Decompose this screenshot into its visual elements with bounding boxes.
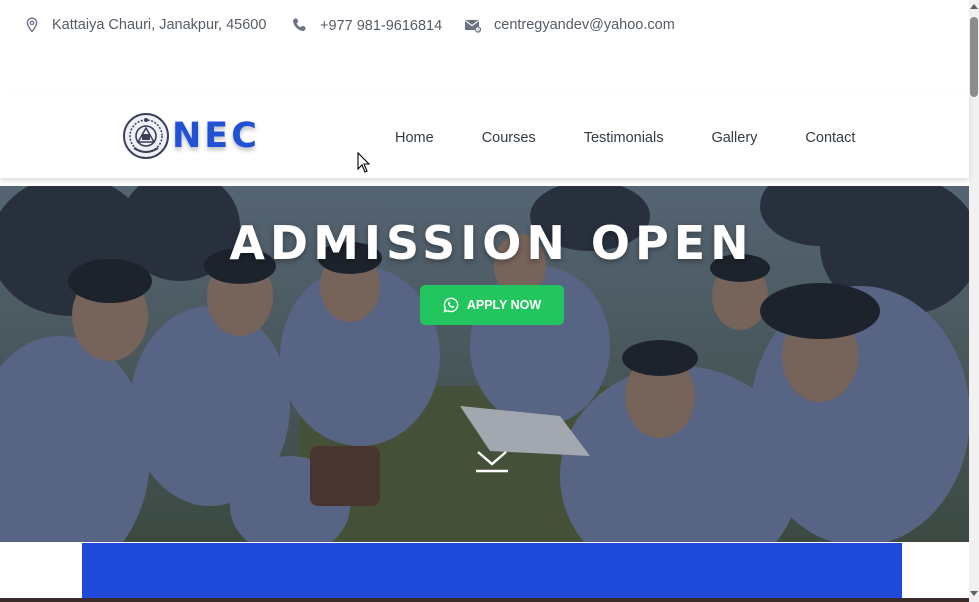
- nav-contact[interactable]: Contact: [805, 130, 855, 146]
- contact-bar: Kattaiya Chauri, Janakpur, 45600 +977 98…: [0, 0, 969, 52]
- phone-icon: [293, 18, 306, 32]
- whatsapp-icon: [443, 297, 459, 313]
- phone-text[interactable]: +977 981-9616814: [320, 18, 442, 34]
- contact-phone[interactable]: +977 981-9616814: [291, 17, 442, 34]
- address-text: Kattaiya Chauri, Janakpur, 45600: [52, 17, 267, 33]
- scroll-thumb[interactable]: [970, 17, 978, 97]
- map-pin-icon: [26, 17, 38, 33]
- nav-testimonials[interactable]: Testimonials: [584, 130, 664, 146]
- nav-courses[interactable]: Courses: [482, 130, 536, 146]
- scroll-up-arrow[interactable]: [970, 4, 978, 9]
- scroll-down-arrow[interactable]: [970, 591, 978, 596]
- mail-icon: @: [465, 20, 482, 33]
- contact-address: Kattaiya Chauri, Janakpur, 45600: [24, 17, 266, 33]
- nav-gallery[interactable]: Gallery: [711, 130, 757, 146]
- site-header: NEC Home Courses Testimonials Gallery Co…: [0, 94, 969, 178]
- nav-home[interactable]: Home: [395, 130, 434, 146]
- logo[interactable]: NEC: [122, 112, 260, 160]
- hero-banner: ADMISSION OPEN APPLY NOW: [0, 186, 969, 542]
- info-band: [82, 543, 902, 598]
- page: Kattaiya Chauri, Janakpur, 45600 +977 98…: [0, 0, 979, 602]
- logo-text: NEC: [172, 116, 260, 156]
- apply-now-label: APPLY NOW: [466, 298, 542, 312]
- svg-text:@: @: [477, 27, 482, 33]
- email-text[interactable]: centregyandev@yahoo.com: [494, 17, 675, 33]
- college-emblem: [123, 113, 169, 159]
- page-scrollbar[interactable]: [969, 0, 979, 602]
- contact-email[interactable]: @ centregyandev@yahoo.com: [464, 17, 675, 33]
- apply-now-button[interactable]: APPLY NOW: [420, 285, 564, 325]
- chevron-down-icon[interactable]: [474, 448, 510, 474]
- mouse-cursor-icon: [357, 152, 371, 173]
- main-nav: Home Courses Testimonials Gallery Contac…: [395, 130, 855, 146]
- hero-title: ADMISSION OPEN: [229, 216, 754, 270]
- footer-strip: [0, 598, 969, 602]
